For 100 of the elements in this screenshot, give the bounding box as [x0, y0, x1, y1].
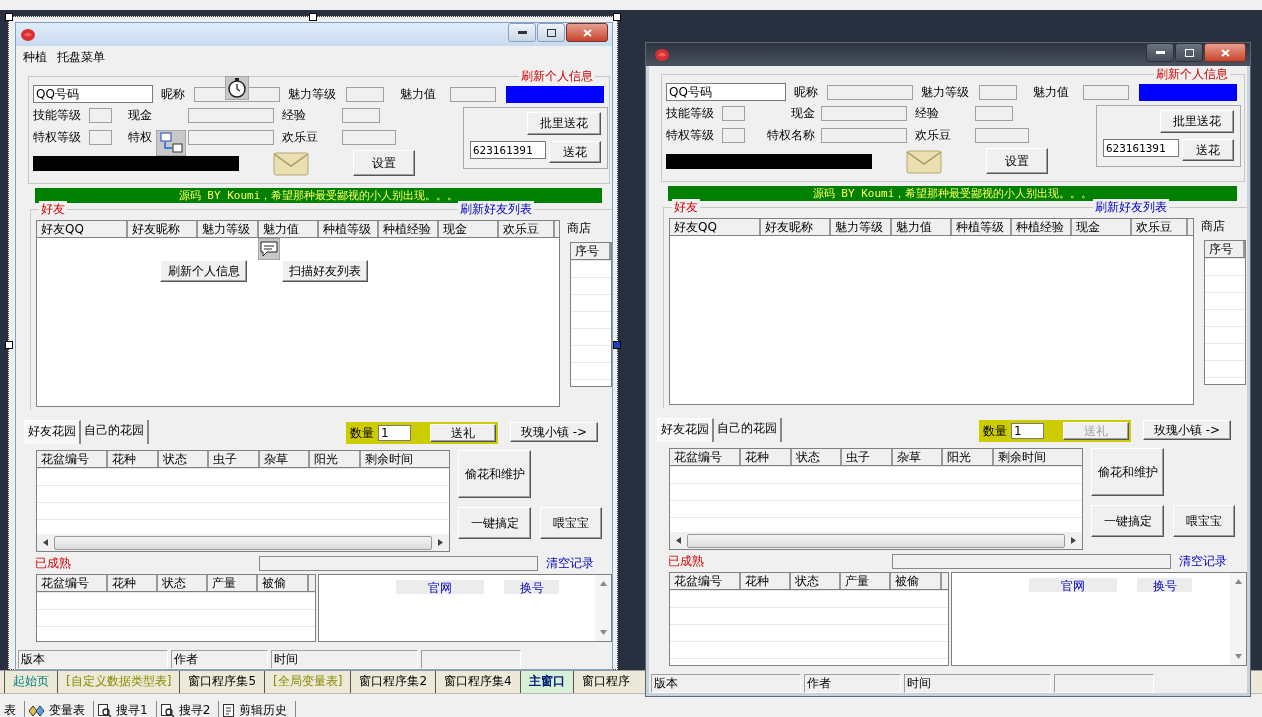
refresh-button[interactable]: 刷新个人信息 — [160, 260, 247, 282]
column-header[interactable]: 现金 — [439, 221, 499, 237]
text-field[interactable] — [821, 127, 907, 143]
send-flower-button[interactable]: 送花 — [1182, 139, 1234, 161]
column-header[interactable]: 序号 — [1205, 241, 1245, 257]
resize-handle[interactable] — [309, 13, 317, 21]
refresh-friends-link[interactable]: 刷新好友列表 — [458, 201, 534, 218]
text-field[interactable] — [450, 86, 496, 102]
column-header[interactable]: 魅力等级 — [198, 221, 259, 237]
text-field[interactable] — [722, 105, 745, 121]
document-tab[interactable]: 主窗口 — [519, 671, 573, 693]
one-click-button[interactable]: 一键搞定 — [1091, 505, 1164, 537]
refresh-friends-link[interactable]: 刷新好友列表 — [1093, 199, 1169, 216]
column-header[interactable]: 好友QQ — [37, 221, 128, 237]
column-header[interactable]: 魅力值 — [892, 219, 952, 235]
log-link[interactable]: 换号 — [1137, 578, 1192, 592]
minimize-button[interactable] — [1146, 43, 1174, 62]
garden-tab[interactable]: 好友花园 — [657, 418, 714, 442]
column-header[interactable]: 产量 — [841, 573, 891, 589]
column-header[interactable]: 好友昵称 — [128, 221, 198, 237]
text-field[interactable] — [346, 86, 384, 102]
column-header[interactable]: 剩余时间 — [361, 451, 449, 467]
horizontal-scrollbar[interactable] — [37, 534, 449, 551]
component-icon[interactable] — [156, 130, 186, 156]
column-header[interactable]: 虫子 — [842, 449, 893, 465]
qq-number-field[interactable]: 623161391 — [470, 141, 546, 159]
feed-baby-button[interactable]: 喂宝宝 — [1173, 505, 1235, 537]
close-button[interactable] — [566, 23, 608, 42]
text-field[interactable] — [342, 107, 380, 123]
tool-tab[interactable]: 剪辑历史 — [219, 701, 297, 717]
clear-log-link[interactable]: 清空记录 — [1179, 552, 1227, 570]
quantity-field[interactable]: 1 — [378, 425, 411, 441]
column-header[interactable]: 花盆编号 — [670, 449, 741, 465]
column-header[interactable]: 状态 — [159, 451, 209, 467]
resize-handle[interactable] — [5, 13, 13, 21]
column-header[interactable]: 花种 — [741, 573, 791, 589]
batch-send-button[interactable]: 批里送花 — [527, 112, 601, 135]
column-header[interactable]: 状态 — [792, 449, 842, 465]
column-header[interactable]: 好友昵称 — [761, 219, 831, 235]
rose-town-button[interactable]: 玫瑰小镇 -> — [510, 422, 598, 442]
column-header[interactable]: 被偷 — [891, 573, 942, 589]
garden-tab[interactable]: 好友花园 — [24, 420, 81, 444]
tool-tab[interactable]: 搜寻1 — [94, 701, 157, 717]
column-header[interactable]: 状态 — [791, 573, 841, 589]
column-header[interactable]: 被偷 — [258, 575, 309, 591]
text-field[interactable] — [821, 105, 907, 121]
menu-item[interactable]: 托盘菜单 — [57, 48, 105, 66]
column-header[interactable]: 花盆编号 — [670, 573, 741, 589]
column-header[interactable]: 种植经验 — [379, 221, 439, 237]
column-header[interactable]: 阳光 — [310, 451, 361, 467]
log-link[interactable]: 换号 — [504, 580, 559, 594]
chat-bubble-icon[interactable] — [258, 238, 280, 260]
menu-item[interactable]: 种植 — [23, 48, 47, 66]
column-header[interactable]: 阳光 — [943, 449, 994, 465]
qq-number-field[interactable]: 623161391 — [1103, 139, 1179, 157]
maximize-button[interactable] — [537, 23, 565, 42]
one-click-button[interactable]: 一键搞定 — [458, 507, 531, 539]
close-button[interactable] — [1204, 43, 1246, 62]
log-link[interactable]: 官网 — [396, 580, 484, 594]
column-header[interactable]: 欢乐豆 — [499, 221, 555, 237]
tool-tab[interactable]: 搜寻2 — [156, 701, 220, 717]
garden-tab[interactable]: 自己的花园 — [81, 420, 149, 444]
text-field[interactable] — [89, 129, 112, 145]
column-header[interactable]: 现金 — [1072, 219, 1132, 235]
column-header[interactable]: 虫子 — [209, 451, 260, 467]
refresh-button[interactable]: 扫描好友列表 — [282, 260, 368, 282]
text-field[interactable] — [1083, 84, 1129, 100]
maximize-button[interactable] — [1175, 43, 1203, 62]
column-header[interactable]: 欢乐豆 — [1132, 219, 1188, 235]
text-field[interactable] — [975, 105, 1013, 121]
feed-baby-button[interactable]: 喂宝宝 — [540, 507, 602, 539]
resize-handle[interactable] — [613, 13, 621, 21]
resize-handle[interactable] — [5, 341, 13, 349]
text-field[interactable] — [979, 84, 1017, 100]
vertical-scrollbar[interactable] — [595, 575, 611, 641]
tool-tab[interactable]: 变量表 — [25, 701, 94, 717]
vertical-scrollbar[interactable] — [1230, 573, 1246, 665]
column-header[interactable]: 序号 — [571, 243, 611, 259]
horizontal-scrollbar[interactable] — [670, 532, 1082, 549]
text-field[interactable] — [827, 84, 913, 100]
resize-handle[interactable] — [613, 341, 621, 349]
minimize-button[interactable] — [508, 23, 536, 42]
column-header[interactable]: 花种 — [108, 451, 159, 467]
text-field[interactable] — [975, 127, 1029, 143]
text-field[interactable] — [188, 129, 274, 145]
send-flower-button[interactable]: 送花 — [549, 141, 601, 163]
text-field[interactable] — [722, 127, 745, 143]
gift-button[interactable]: 送礼 — [430, 424, 496, 442]
column-header[interactable]: 种植等级 — [952, 219, 1012, 235]
garden-tab[interactable]: 自己的花园 — [714, 418, 782, 442]
column-header[interactable]: 花盆编号 — [37, 451, 108, 467]
log-link[interactable]: 官网 — [1029, 578, 1117, 592]
column-header[interactable]: 杂草 — [893, 449, 943, 465]
text-field[interactable] — [89, 107, 112, 123]
settings-button[interactable]: 设置 — [353, 150, 415, 176]
clear-log-link[interactable]: 清空记录 — [546, 554, 594, 572]
column-header[interactable]: 花种 — [741, 449, 792, 465]
column-header[interactable]: 好友QQ — [670, 219, 761, 235]
tool-tab[interactable]: 表 — [0, 701, 25, 717]
text-field[interactable] — [342, 129, 396, 145]
